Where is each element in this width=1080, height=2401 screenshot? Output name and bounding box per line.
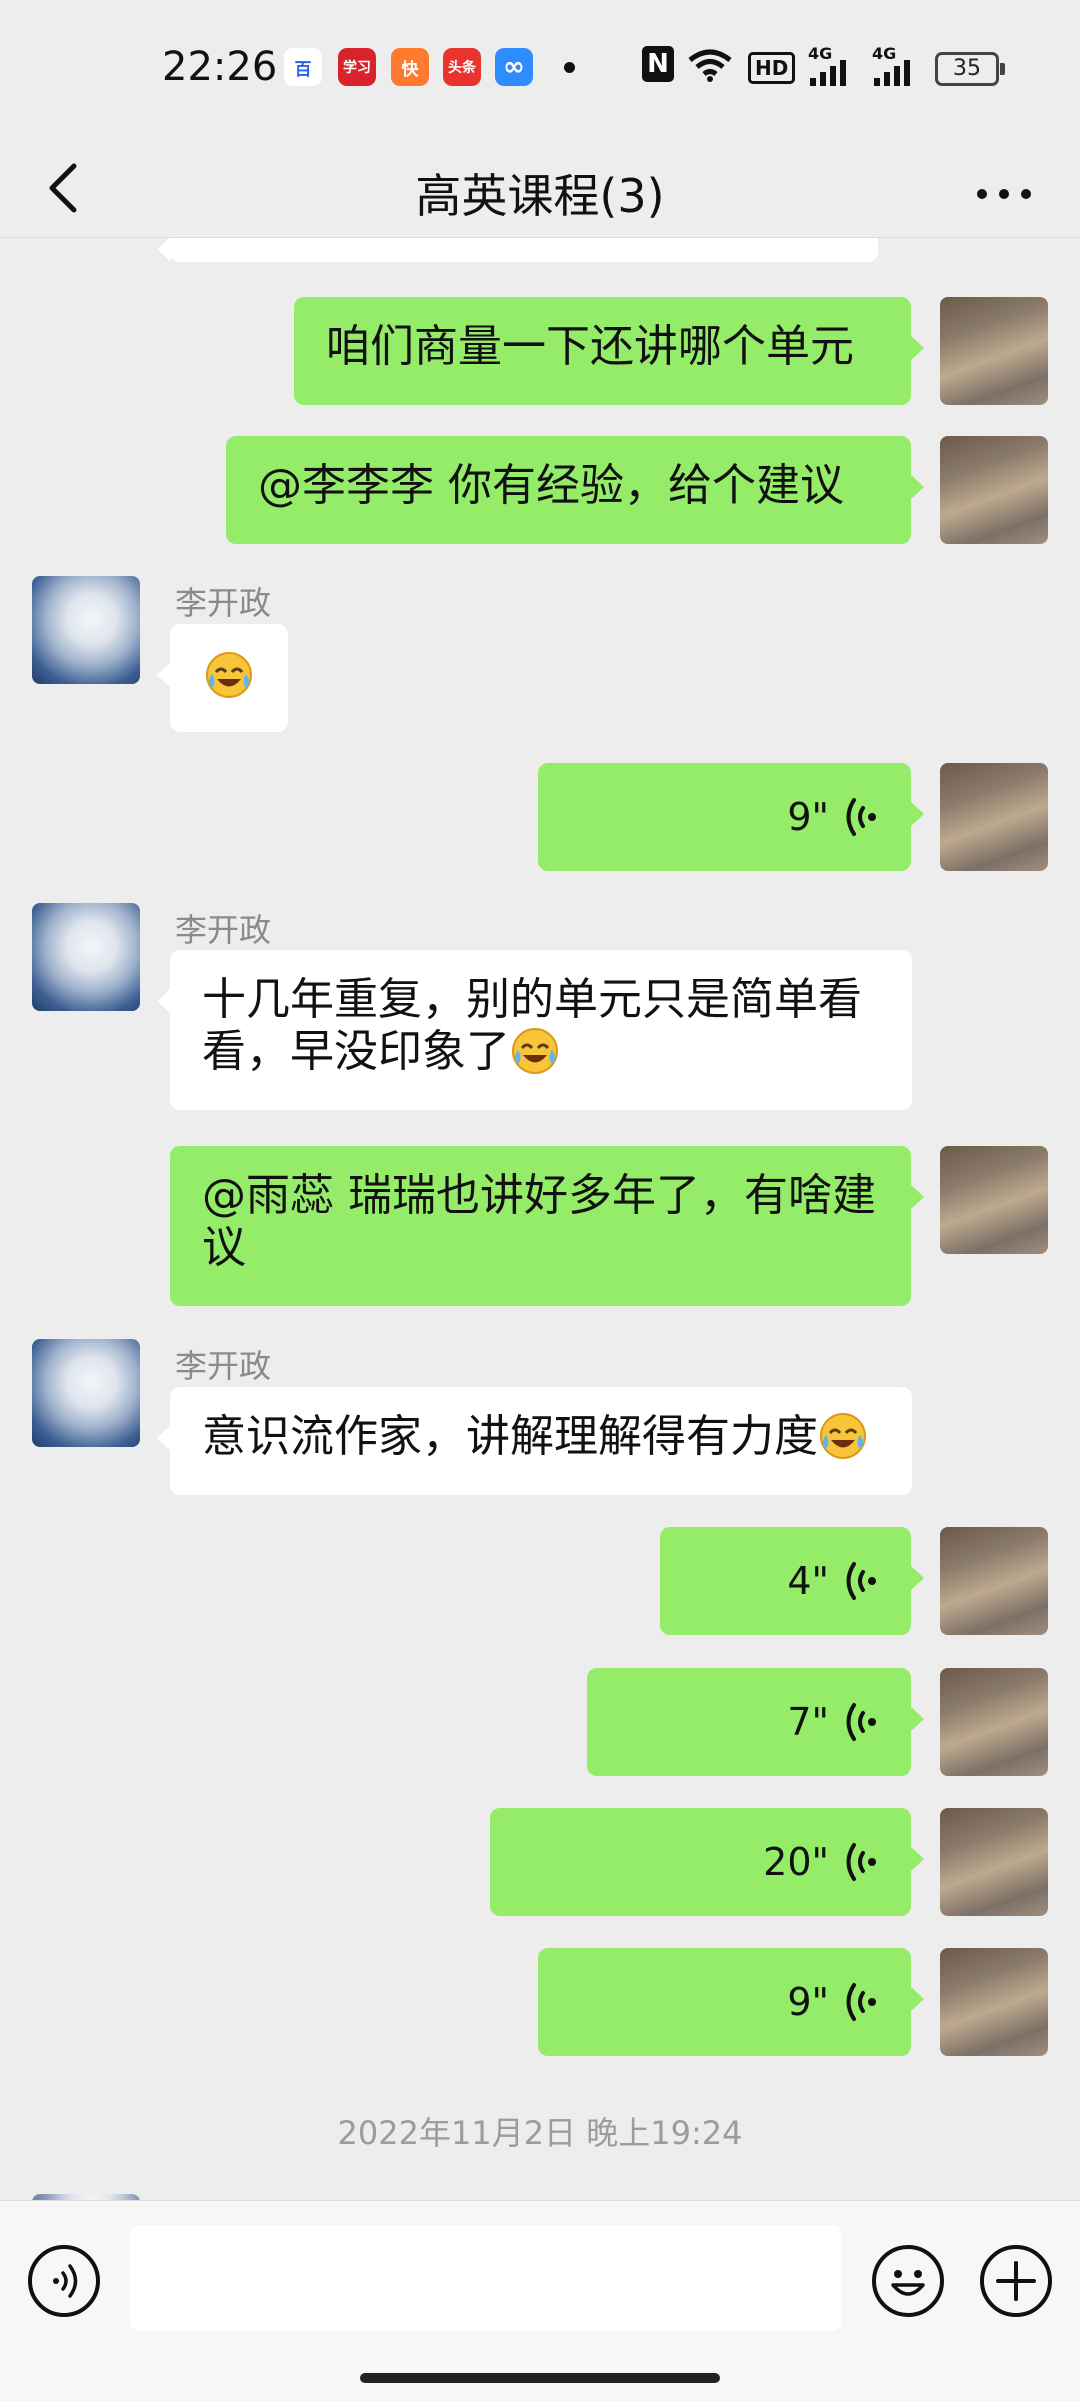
wifi-icon [688,49,732,82]
message-text: @雨蕊 瑞瑞也讲好多年了，有啥建议 [202,1170,876,1273]
message-bubble-mine[interactable]: 咱们商量一下还讲哪个单元 [294,297,924,405]
contact-avatar[interactable] [32,576,140,684]
voice-wave-icon [846,1983,876,2021]
message-text: 意识流作家，讲解理解得有力度 [202,1411,818,1462]
voice-duration: 4" [787,1559,829,1603]
kuaishou-app-icon: 快 [391,48,429,86]
voice-duration: 9" [787,1980,829,2024]
voice-message-mine[interactable]: 9" [538,763,924,871]
baidu-netdisk-app-icon: ∞ [495,48,533,86]
smiley-icon[interactable] [872,2245,944,2317]
message-bubble-mine[interactable]: @李李李 你有经验，给个建议 [226,436,924,544]
sender-name: 李开政 [175,911,272,949]
message-text: @李李李 你有经验，给个建议 [258,460,844,511]
chat-messages[interactable]: 咱们商量一下还讲哪个单元 @李李李 你有经验，给个建议 李开政 9" 李开政 十… [0,238,1080,2200]
message-bubble-mine[interactable]: @雨蕊 瑞瑞也讲好多年了，有啥建议 [170,1146,924,1306]
my-avatar[interactable] [940,1808,1048,1916]
my-avatar[interactable] [940,1527,1048,1635]
voice-input-icon[interactable] [28,2245,100,2317]
message-input[interactable] [130,2225,842,2331]
sender-name: 李开政 [175,1347,272,1385]
message-bubble-other[interactable] [157,624,288,732]
page-title: 高英课程(3) [415,169,665,223]
my-avatar[interactable] [940,436,1048,544]
my-avatar[interactable] [940,1948,1048,2056]
contact-avatar[interactable] [32,1339,140,1447]
voice-wave-icon [846,798,876,836]
voice-wave-icon [846,1562,876,1600]
message-bubble-other[interactable]: 意识流作家，讲解理解得有力度 [157,1387,912,1495]
message-bubble-other[interactable]: 十几年重复，别的单元只是简单看看，早没印象了 [157,950,912,1110]
voice-duration: 7" [787,1700,829,1744]
face-with-tears-of-joy-icon [820,1413,866,1459]
chat-header: 高英课程(3) [0,136,1080,238]
my-avatar[interactable] [940,1668,1048,1776]
toutiao-app-icon: 头条 [443,48,481,86]
home-indicator [360,2373,720,2383]
message-text: 咱们商量一下还讲哪个单元 [326,321,854,372]
battery-icon: 35 [935,52,1005,86]
hd-icon: HD [748,52,796,84]
voice-message-mine[interactable]: 4" [660,1527,924,1635]
voice-wave-icon [846,1703,876,1741]
plus-icon[interactable] [980,2245,1052,2317]
chat-timestamp: 2022年11月2日 晚上19:24 [337,2114,743,2152]
more-dots-icon[interactable] [972,158,1036,218]
message-bubble-partial[interactable] [157,238,878,262]
face-with-tears-of-joy-icon [512,1028,558,1074]
voice-message-mine[interactable]: 20" [490,1808,924,1916]
status-bar: 22:26 百 学习 快 头条 ∞ N HD 4G 4G 35 [0,0,1080,136]
nfc-icon: N [642,46,674,82]
voice-duration: 20" [763,1840,829,1884]
my-avatar[interactable] [940,763,1048,871]
contact-avatar[interactable] [32,903,140,1011]
voice-message-mine[interactable]: 7" [587,1668,924,1776]
notification-dot-icon [564,62,575,73]
status-time: 22:26 [162,44,278,90]
my-avatar[interactable] [940,297,1048,405]
signal-icon-2 [874,60,910,86]
voice-wave-icon [846,1843,876,1881]
xuexi-app-icon: 学习 [338,48,376,86]
face-with-tears-of-joy-icon [206,652,252,698]
voice-message-mine[interactable]: 9" [538,1948,924,2056]
my-avatar[interactable] [940,1146,1048,1254]
sender-name: 李开政 [175,584,272,622]
voice-duration: 9" [787,795,829,839]
input-bar [0,2200,1080,2401]
signal-icon-1 [810,60,846,86]
baidu-app-icon: 百 [284,48,322,86]
